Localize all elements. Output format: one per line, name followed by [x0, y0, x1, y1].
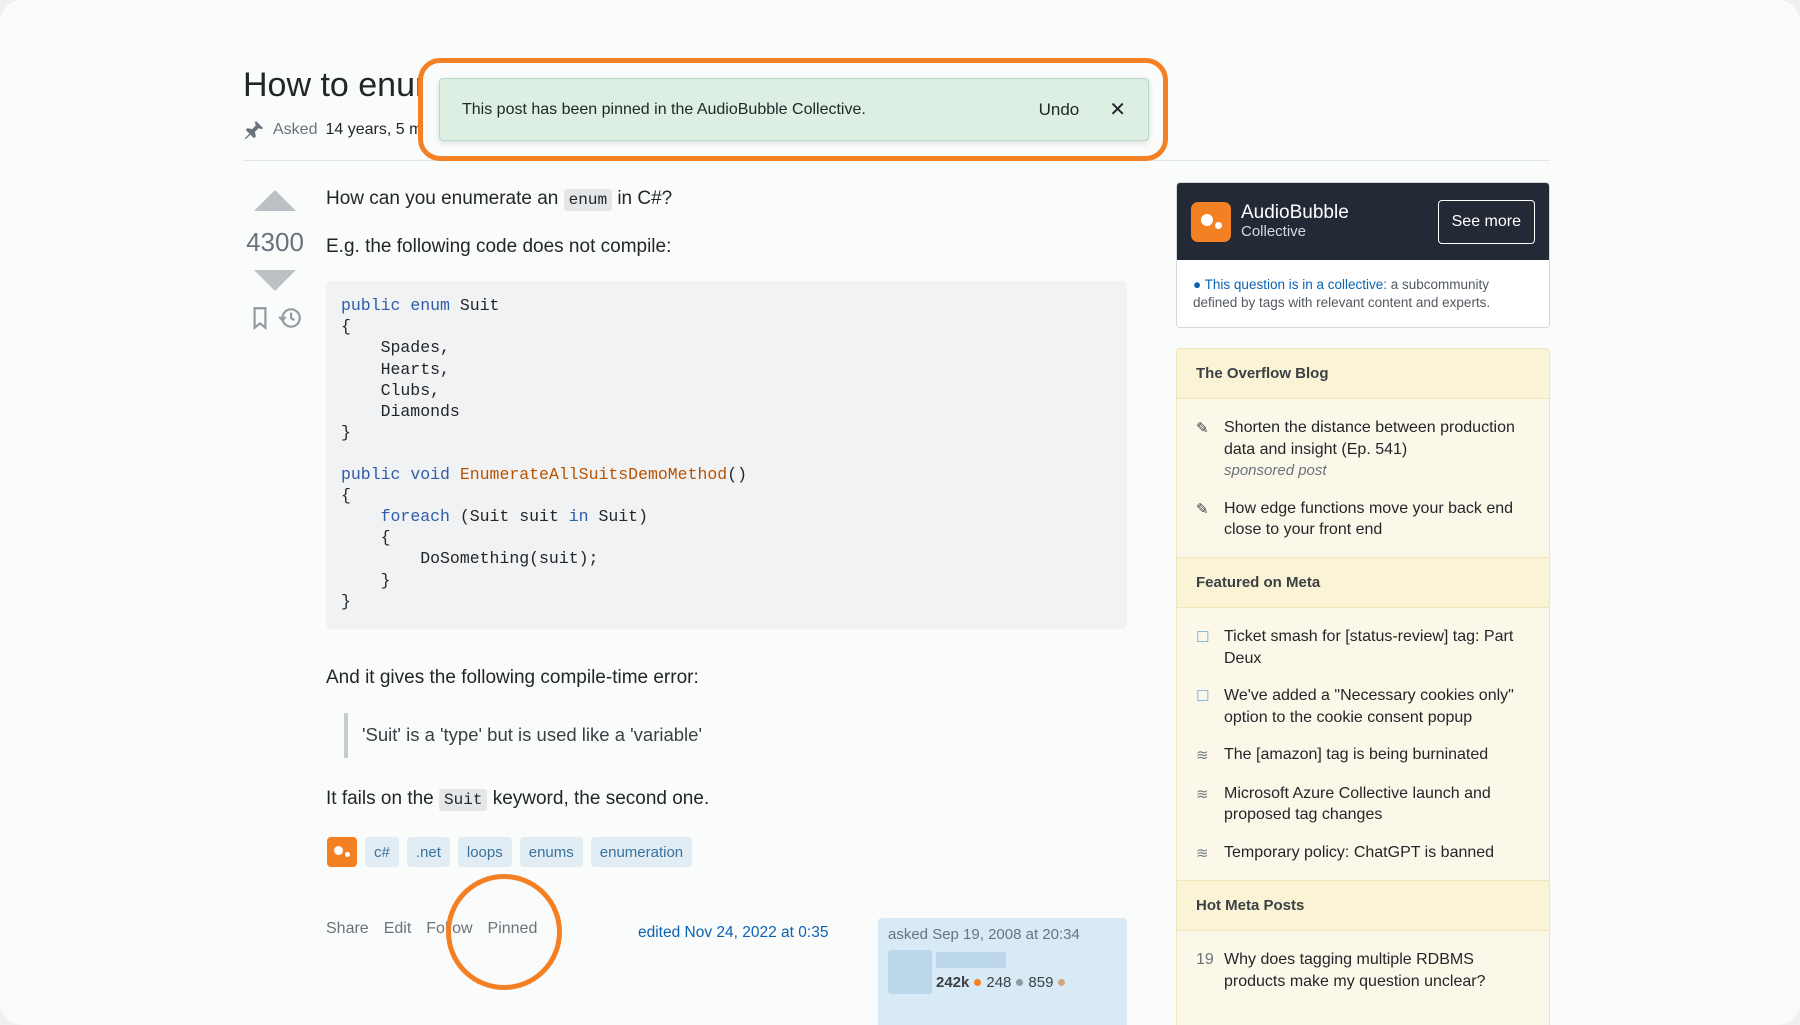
list-item[interactable]: ≋ The [amazon] tag is being burninated — [1177, 738, 1549, 776]
user-name-placeholder[interactable] — [936, 952, 1006, 968]
pencil-icon: ✎ — [1196, 420, 1209, 437]
stack-icon: ≋ — [1196, 844, 1209, 862]
vote-count: 4300 — [246, 227, 304, 257]
vote-cell: 4300 — [240, 190, 310, 336]
pencil-icon: ✎ — [1196, 500, 1209, 518]
pin-icon — [244, 120, 264, 140]
edit-link[interactable]: Edit — [384, 920, 412, 938]
reputation-score: 242k — [936, 974, 970, 991]
list-item[interactable]: 19 Why does tagging multiple RDBMS produ… — [1177, 943, 1549, 1002]
list-item[interactable]: ≋ Temporary policy: ChatGPT is banned — [1177, 836, 1549, 874]
question-body: How can you enumerate an enum in C#? E.g… — [326, 186, 1127, 834]
edited-link[interactable]: edited Nov 24, 2022 at 0:35 — [638, 924, 828, 942]
answer-count: 19 — [1196, 951, 1214, 969]
meta-header: Featured on Meta — [1177, 556, 1549, 608]
list-item[interactable]: ✎ How edge functions move your back end … — [1177, 492, 1549, 551]
asked-label: Asked — [273, 121, 318, 138]
close-icon[interactable]: ✕ — [1109, 97, 1126, 122]
history-icon[interactable] — [277, 305, 303, 331]
help-icon: ● — [1193, 277, 1202, 292]
gold-badge-icon — [974, 979, 982, 986]
collective-card: AudioBubble Collective See more ● This q… — [1176, 182, 1550, 328]
list-item[interactable]: ≋ Microsoft Azure Collective launch and … — [1177, 777, 1549, 836]
stack-icon: ≋ — [1196, 785, 1209, 803]
undo-button[interactable]: Undo — [1039, 100, 1080, 120]
collective-sub: Collective — [1241, 223, 1307, 241]
reputation: 242k 248 859 — [936, 974, 1066, 991]
chat-bubble-icon: ☐ — [1196, 688, 1210, 706]
see-more-button[interactable]: See more — [1437, 199, 1535, 244]
bronze-count: 859 — [1028, 974, 1054, 991]
owner-card: asked Sep 19, 2008 at 20:34 242k 248 859 — [878, 918, 1127, 1025]
share-link[interactable]: Share — [326, 920, 369, 938]
avatar[interactable] — [888, 950, 932, 994]
body-paragraph-1: How can you enumerate an enum in C#? — [326, 188, 673, 211]
tag-enums[interactable]: enums — [519, 837, 583, 867]
meta-list: ☐ Ticket smash for [status-review] tag: … — [1177, 608, 1549, 880]
audiobubble-logo-icon[interactable] — [1191, 201, 1231, 242]
tag-list: c# .net loops enums enumeration — [327, 837, 693, 867]
collective-name[interactable]: AudioBubble — [1241, 202, 1349, 224]
app-window: How to enumerate an enum? Asked 14 years… — [0, 0, 1800, 1025]
asked-date: asked Sep 19, 2008 at 20:34 — [888, 926, 1080, 943]
collective-header: AudioBubble Collective See more — [1177, 183, 1549, 260]
collective-note-link[interactable]: This question is in a collective: — [1205, 277, 1387, 292]
chat-bubble-icon: ☐ — [1196, 628, 1210, 646]
blog-list: ✎ Shorten the distance between productio… — [1177, 399, 1549, 557]
tag-enumeration[interactable]: enumeration — [590, 837, 693, 867]
silver-count: 248 — [986, 974, 1012, 991]
list-item[interactable]: ✎ Shorten the distance between productio… — [1177, 411, 1549, 492]
pinned-highlight-ring — [446, 874, 562, 990]
hot-meta-header: Hot Meta Posts — [1177, 880, 1549, 932]
body-paragraph-2: E.g. the following code does not compile… — [326, 235, 672, 257]
body-paragraph-4: It fails on the Suit keyword, the second… — [326, 787, 710, 811]
list-item[interactable]: ☐ We've added a "Necessary cookies only"… — [1177, 679, 1549, 738]
bookmark-icon[interactable] — [247, 305, 273, 331]
bronze-badge-icon — [1058, 979, 1066, 986]
tag-dotnet[interactable]: .net — [406, 837, 450, 867]
code-block: public enum Suit { Spades, Hearts, Clubs… — [326, 281, 1127, 630]
stack-icon: ≋ — [1196, 747, 1209, 765]
pinned-toast: This post has been pinned in the AudioBu… — [439, 78, 1149, 141]
silver-badge-icon — [1016, 979, 1024, 986]
toast-message: This post has been pinned in the AudioBu… — [462, 100, 866, 118]
inline-code: enum — [563, 189, 613, 211]
body-paragraph-3: And it gives the following compile-time … — [326, 667, 699, 689]
tag-loops[interactable]: loops — [457, 837, 512, 867]
upvote-icon[interactable] — [254, 190, 296, 211]
sidebar-widget: The Overflow Blog ✎ Shorten the distance… — [1176, 348, 1550, 1025]
downvote-icon[interactable] — [254, 270, 296, 291]
tag-csharp[interactable]: c# — [365, 837, 399, 867]
blog-header: The Overflow Blog — [1177, 349, 1549, 399]
error-quote: 'Suit' is a 'type' but is used like a 'v… — [344, 712, 1126, 758]
collective-logo-icon[interactable] — [327, 837, 357, 867]
collective-note: ● This question is in a collective: a su… — [1193, 277, 1491, 311]
hot-meta-list: 19 Why does tagging multiple RDBMS produ… — [1177, 931, 1549, 1008]
inline-code: Suit — [439, 788, 488, 811]
list-item[interactable]: ☐ Ticket smash for [status-review] tag: … — [1177, 620, 1549, 679]
